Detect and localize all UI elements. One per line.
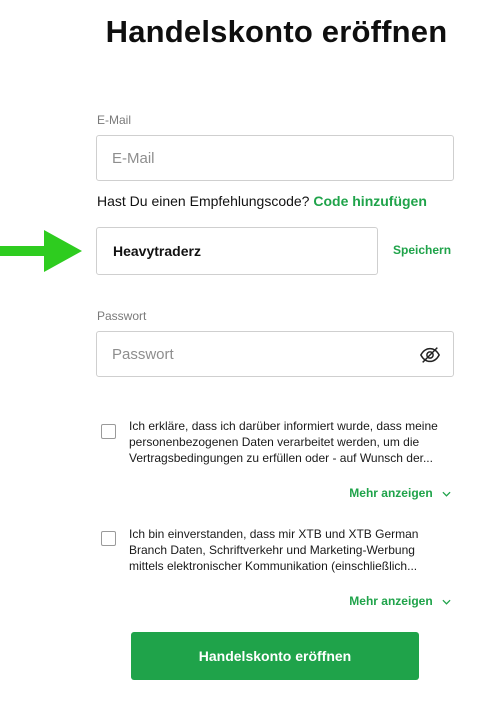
email-label: E-Mail [97,113,132,127]
consent-checkbox[interactable] [101,424,116,439]
add-code-link[interactable]: Code hinzufügen [313,193,427,209]
show-more-label: Mehr anzeigen [349,594,433,608]
referral-code-field-wrapper [96,227,378,275]
email-field-wrapper [96,135,454,181]
open-account-button[interactable]: Handelskonto eröffnen [131,632,419,680]
show-more-link[interactable]: Mehr anzeigen [349,486,451,500]
eye-slash-icon[interactable] [419,344,441,366]
email-field[interactable] [97,136,453,180]
referral-code-field[interactable] [97,228,377,274]
password-field-wrapper [96,331,454,377]
chevron-down-icon [442,599,451,605]
password-field[interactable] [97,332,453,376]
password-label: Passwort [97,309,147,323]
consent-checkbox[interactable] [101,531,116,546]
consent-text: Ich bin einverstanden, dass mir XTB und … [129,527,419,573]
arrow-right-icon [0,230,82,272]
consent-text: Ich erkläre, dass ich darüber informiert… [129,419,438,465]
chevron-down-icon [442,491,451,497]
page-title: Handelskonto eröffnen [105,14,448,49]
referral-prompt: Hast Du einen Empfehlungscode? Code hinz… [97,193,427,209]
show-more-link[interactable]: Mehr anzeigen [349,594,451,608]
save-code-button[interactable]: Speichern [393,243,451,257]
referral-question: Hast Du einen Empfehlungscode? [97,193,310,209]
show-more-label: Mehr anzeigen [349,486,433,500]
